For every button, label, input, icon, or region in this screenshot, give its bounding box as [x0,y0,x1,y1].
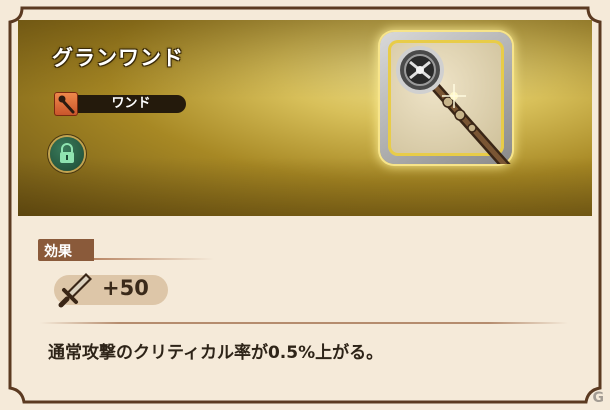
wand-weapon-image [396,46,511,164]
sword-attack-icon [58,270,94,308]
effect-section-tag: 効果 [38,239,214,261]
section-divider [40,322,568,324]
weapon-type-label: ワンド [68,95,186,113]
lock-toggle-button[interactable] [50,137,84,171]
watermark-logo: G [592,390,605,406]
wand-icon [54,92,78,116]
lock-icon [60,143,74,163]
weapon-type-badge: ワンド [54,92,186,116]
effect-section-label: 効果 [44,244,72,260]
effect-description: 通常攻撃のクリティカル率が0.5%上がる。 [48,343,384,363]
item-thumbnail [380,32,512,164]
item-detail-card: グランワンド ワンド 効果 +50 通常攻撃のクリティカル率が0.5%上がる。 … [0,0,610,410]
item-name: グランワンド [52,46,184,70]
stat-value: +50 [102,276,149,300]
